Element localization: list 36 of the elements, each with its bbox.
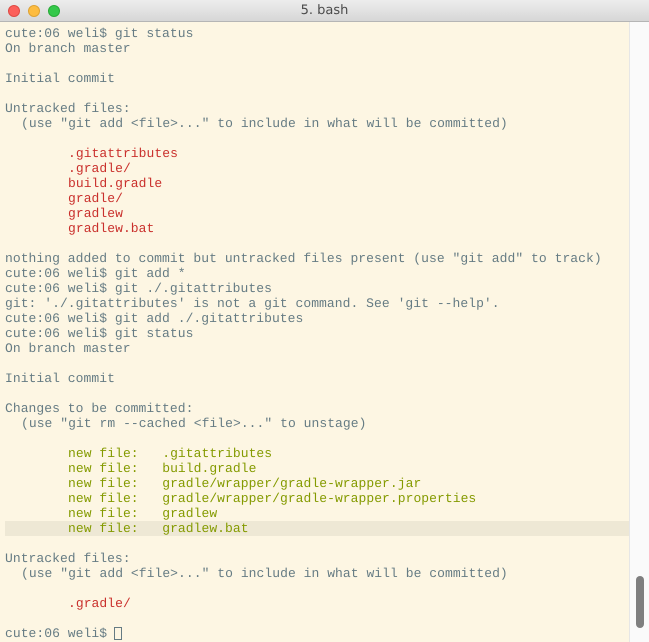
untracked-file: .gitattributes <box>68 146 178 161</box>
output-line: Changes to be committed: <box>5 401 194 416</box>
close-button[interactable] <box>8 4 20 16</box>
command-line: cute:06 weli$ <box>5 626 108 641</box>
command-line: cute:06 weli$ git add ./.gitattributes <box>5 311 304 326</box>
command-line: cute:06 weli$ git status <box>5 26 194 41</box>
staged-file: new file: .gitattributes <box>67 446 274 461</box>
hint-line: (use "git rm --cached <file>..." to unstage) <box>21 416 366 431</box>
window-title: 5. bash <box>300 3 348 18</box>
output-line: Untracked files: <box>5 551 131 566</box>
command-line: cute:06 weli$ git ./.gitattributes <box>5 281 272 296</box>
output-line: git: './.gitattributes' is not a git command. See 'git --help'. <box>5 296 500 311</box>
command-line: cute:06 weli$ git status <box>5 326 194 341</box>
hint-line: (use "git add <file>..." to include in what will be committed) <box>21 116 508 131</box>
output-line: Initial commit <box>5 371 115 386</box>
untracked-file: build.gradle <box>68 176 162 191</box>
output-line: Untracked files: <box>5 101 131 116</box>
untracked-file: gradlew.bat <box>68 221 154 236</box>
output-line: Initial commit <box>5 71 115 86</box>
untracked-file: .gradle/ <box>68 596 131 611</box>
staged-file: new file: gradlew <box>67 506 218 521</box>
zoom-button[interactable] <box>48 4 60 16</box>
output-line: nothing added to commit but untracked files present (use "git add" to track) <box>5 251 602 266</box>
untracked-file: gradle/ <box>68 191 123 206</box>
untracked-file: .gradle/ <box>68 161 131 176</box>
hint-line: (use "git add <file>..." to include in what will be committed) <box>21 566 508 581</box>
output-line: On branch master <box>5 41 131 56</box>
staged-file: new file: gradlew.bat <box>5 521 629 536</box>
staged-file: new file: gradle/wrapper/gradle-wrapper.properties <box>67 491 478 506</box>
output-line: On branch master <box>5 341 131 356</box>
untracked-file: gradlew <box>68 206 123 221</box>
staged-file: new file: gradle/wrapper/gradle-wrapper.jar <box>67 476 422 491</box>
command-line: cute:06 weli$ git add * <box>5 266 186 281</box>
staged-file: new file: build.gradle <box>67 461 258 476</box>
minimize-button[interactable] <box>28 4 40 16</box>
scrollbar-thumb[interactable] <box>636 576 644 628</box>
